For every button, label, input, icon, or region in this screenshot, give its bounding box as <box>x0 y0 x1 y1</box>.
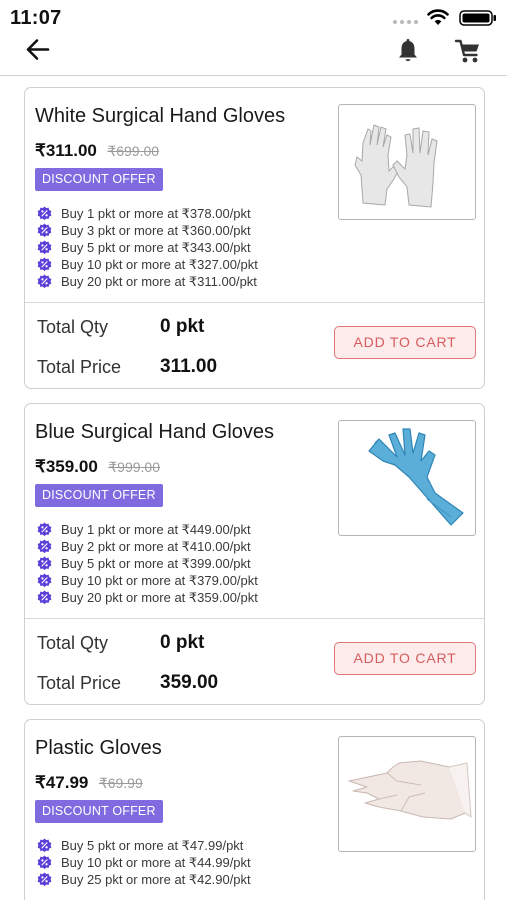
offer-item: Buy 5 pkt or more at ₹343.00/pkt <box>37 239 258 256</box>
offer-item: Buy 20 pkt or more at ₹311.00/pkt <box>37 273 258 290</box>
offer-text: Buy 5 pkt or more at ₹343.00/pkt <box>61 239 251 255</box>
offer-item: Buy 1 pkt or more at ₹449.00/pkt <box>37 521 258 538</box>
product-card[interactable]: Plastic Gloves ₹47.99 ₹69.99 DISCOUNT OF… <box>24 719 485 900</box>
offer-item: Buy 1 pkt or more at ₹378.00/pkt <box>37 205 258 222</box>
offer-text: Buy 25 pkt or more at ₹42.90/pkt <box>61 871 251 887</box>
discount-percent-icon <box>37 855 52 870</box>
offer-item: Buy 25 pkt or more at ₹42.90/pkt <box>37 871 251 888</box>
offer-text: Buy 20 pkt or more at ₹359.00/pkt <box>61 589 258 605</box>
product-image[interactable] <box>338 420 476 536</box>
discount-offer-badge: DISCOUNT OFFER <box>35 800 163 823</box>
product-card[interactable]: Blue Surgical Hand Gloves ₹359.00 ₹999.0… <box>24 403 485 705</box>
offer-list: Buy 1 pkt or more at ₹449.00/pkt Buy 2 p… <box>37 521 258 606</box>
offer-item: Buy 5 pkt or more at ₹47.99/pkt <box>37 837 251 854</box>
offer-text: Buy 2 pkt or more at ₹410.00/pkt <box>61 538 251 554</box>
product-title: Blue Surgical Hand Gloves <box>35 421 275 443</box>
offer-item: Buy 5 pkt or more at ₹399.00/pkt <box>37 555 258 572</box>
total-qty-value: 0 pkt <box>160 316 205 337</box>
wifi-icon <box>427 9 449 25</box>
total-qty-value: 0 pkt <box>160 632 205 653</box>
total-price-value: 311.00 <box>160 356 218 377</box>
product-image[interactable] <box>338 104 476 220</box>
discount-percent-icon <box>37 257 52 272</box>
offer-text: Buy 5 pkt or more at ₹47.99/pkt <box>61 837 244 853</box>
original-price: ₹699.00 <box>107 143 160 159</box>
card-divider <box>25 302 484 303</box>
offer-list: Buy 5 pkt or more at ₹47.99/pkt Buy 10 p… <box>37 837 251 888</box>
discount-percent-icon <box>37 223 52 238</box>
offer-item: Buy 10 pkt or more at ₹44.99/pkt <box>37 854 251 871</box>
offer-text: Buy 10 pkt or more at ₹379.00/pkt <box>61 572 258 588</box>
card-divider <box>25 618 484 619</box>
total-qty-label: Total Qty <box>37 317 109 337</box>
offer-list: Buy 1 pkt or more at ₹378.00/pkt Buy 3 p… <box>37 205 258 290</box>
offer-text: Buy 20 pkt or more at ₹311.00/pkt <box>61 273 257 289</box>
discount-offer-badge: DISCOUNT OFFER <box>35 168 163 191</box>
offer-text: Buy 10 pkt or more at ₹327.00/pkt <box>61 256 258 272</box>
discount-percent-icon <box>37 539 52 554</box>
product-card[interactable]: White Surgical Hand Gloves ₹311.00 ₹699.… <box>24 87 485 389</box>
add-to-cart-button[interactable]: ADD TO CART <box>334 642 476 675</box>
add-to-cart-button[interactable]: ADD TO CART <box>334 326 476 359</box>
original-price: ₹69.99 <box>98 775 143 791</box>
discount-percent-icon <box>37 872 52 887</box>
total-qty-label: Total Qty <box>37 633 109 653</box>
discount-percent-icon <box>37 556 52 571</box>
original-price: ₹999.00 <box>108 459 160 475</box>
discount-percent-icon <box>37 522 52 537</box>
discount-percent-icon <box>37 240 52 255</box>
white-glove-image <box>354 124 438 208</box>
product-title: White Surgical Hand Gloves <box>35 105 286 127</box>
total-price-value: 359.00 <box>160 672 219 693</box>
discount-percent-icon <box>37 838 52 853</box>
product-title: Plastic Gloves <box>35 737 162 759</box>
discount-percent-icon <box>37 590 52 605</box>
sale-price: ₹311.00 <box>35 141 97 160</box>
status-time: 11:07 <box>10 7 62 29</box>
offer-text: Buy 10 pkt or more at ₹44.99/pkt <box>61 854 251 870</box>
blue-glove-image <box>368 428 464 526</box>
battery-icon <box>459 10 496 26</box>
offer-item: Buy 3 pkt or more at ₹360.00/pkt <box>37 222 258 239</box>
discount-offer-badge: DISCOUNT OFFER <box>35 484 163 507</box>
offer-item: Buy 20 pkt or more at ₹359.00/pkt <box>37 589 258 606</box>
price-row: ₹359.00 ₹999.00 <box>35 457 160 477</box>
back-arrow-icon[interactable] <box>24 36 52 64</box>
offer-item: Buy 2 pkt or more at ₹410.00/pkt <box>37 538 258 555</box>
app-bar <box>0 34 507 76</box>
offer-text: Buy 1 pkt or more at ₹378.00/pkt <box>61 205 251 221</box>
sale-price: ₹47.99 <box>35 773 89 792</box>
discount-percent-icon <box>37 573 52 588</box>
offer-item: Buy 10 pkt or more at ₹327.00/pkt <box>37 256 258 273</box>
status-bar: 11:07 <box>0 0 507 34</box>
total-price-label: Total Price <box>37 673 122 693</box>
plastic-glove-image <box>348 760 472 820</box>
cellular-signal-icon <box>393 20 419 26</box>
sale-price: ₹359.00 <box>35 457 98 476</box>
offer-text: Buy 3 pkt or more at ₹360.00/pkt <box>61 222 251 238</box>
offer-text: Buy 5 pkt or more at ₹399.00/pkt <box>61 555 251 571</box>
offer-item: Buy 10 pkt or more at ₹379.00/pkt <box>37 572 258 589</box>
discount-percent-icon <box>37 206 52 221</box>
bell-icon[interactable] <box>396 38 420 64</box>
discount-percent-icon <box>37 274 52 289</box>
price-row: ₹47.99 ₹69.99 <box>35 773 143 793</box>
total-price-label: Total Price <box>37 357 122 377</box>
offer-text: Buy 1 pkt or more at ₹449.00/pkt <box>61 521 251 537</box>
price-row: ₹311.00 ₹699.00 <box>35 141 159 161</box>
shopping-cart-icon[interactable] <box>454 37 482 65</box>
product-image[interactable] <box>338 736 476 852</box>
